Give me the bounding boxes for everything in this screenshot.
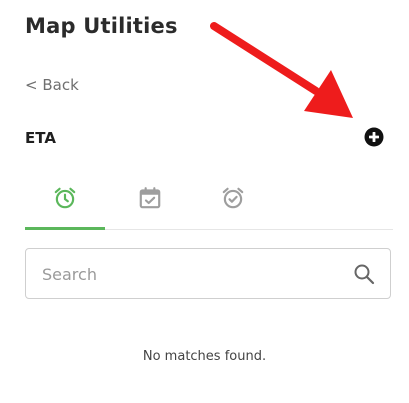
tab-calendar[interactable] (110, 168, 190, 228)
back-link[interactable]: < Back (25, 76, 79, 94)
calendar-check-icon (139, 187, 161, 209)
alarm-check-icon (222, 187, 244, 209)
map-utilities-panel: Map Utilities < Back ETA Search No match… (0, 0, 409, 403)
empty-results-message: No matches found. (142, 349, 267, 364)
plus-circle-icon (364, 127, 384, 147)
eta-tabs (25, 168, 393, 230)
alarm-clock-icon (54, 187, 76, 209)
search-icon[interactable] (352, 262, 376, 286)
section-title: ETA (25, 129, 56, 147)
search-input[interactable] (40, 249, 344, 300)
tab-alarm-check[interactable] (193, 168, 273, 228)
search-box (25, 248, 391, 300)
active-tab-indicator (25, 227, 105, 230)
tab-alarm[interactable] (25, 168, 105, 228)
add-button[interactable] (364, 127, 384, 147)
panel-title: Map Utilities (25, 14, 178, 38)
